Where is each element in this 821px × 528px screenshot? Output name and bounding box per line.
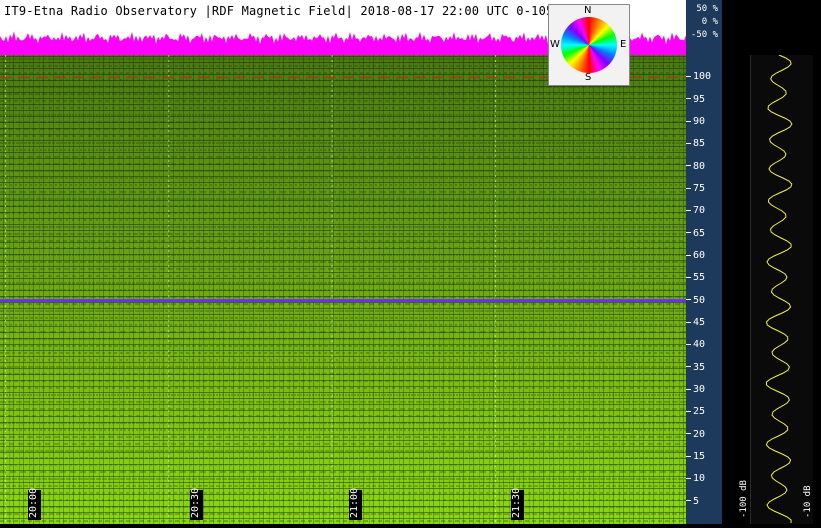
time-tick-2130: 21:30 — [511, 487, 524, 520]
db-label-max: -10 dB — [803, 485, 813, 518]
time-tick-2000: 20:00 — [28, 487, 41, 520]
compass-north: N — [584, 5, 592, 16]
tick-text: 85 — [693, 138, 706, 150]
tick-mark — [686, 75, 691, 77]
freq-tick-label: 50 — [686, 295, 705, 306]
freq-tick-label: 60 — [686, 250, 705, 261]
tick-mark — [686, 254, 691, 256]
tick-text: 55 — [693, 272, 706, 284]
freq-tick-label: 40 — [686, 339, 705, 350]
time-label: 21:30 — [511, 487, 522, 518]
tick-mark — [686, 299, 691, 301]
freq-tick-label: 75 — [686, 183, 705, 194]
scope-label-0: 0 % — [701, 17, 718, 27]
compass-west: W — [550, 39, 560, 50]
freq-tick-label: 90 — [686, 116, 705, 127]
spectrum-profile — [750, 54, 813, 524]
frequency-axis: 5 10 15 20 25 30 35 40 45 50 55 60 65 70 75 80 85 90 95 100 — [686, 55, 722, 524]
freq-tick-label: 65 — [686, 228, 705, 239]
profile-trace — [765, 54, 793, 524]
time-label: 20:30 — [190, 487, 201, 518]
freq-tick-label: 15 — [686, 451, 705, 462]
tick-mark — [686, 209, 691, 211]
tick-text: 10 — [693, 473, 706, 485]
freq-tick-label: 35 — [686, 362, 705, 373]
tick-text: 75 — [693, 183, 706, 194]
compass-south: S — [585, 72, 592, 83]
tick-text: 15 — [693, 451, 706, 462]
tick-mark — [686, 343, 691, 345]
freq-tick-label: 5 — [686, 496, 699, 507]
freq-tick-label: 85 — [686, 138, 705, 149]
scope-label-minus50: -50 % — [690, 30, 718, 40]
direction-compass: N E S W — [548, 4, 630, 86]
compass-east: E — [620, 39, 627, 50]
tick-text: 65 — [693, 227, 706, 239]
freq-tick-label: 55 — [686, 272, 705, 283]
tick-mark — [686, 410, 691, 412]
tick-text: 35 — [693, 361, 706, 373]
freq-tick-label: 80 — [686, 161, 705, 172]
tick-text: 80 — [693, 160, 706, 172]
time-tick-2030: 20:30 — [190, 487, 203, 520]
direction-color-wheel — [561, 17, 617, 73]
tick-mark — [686, 500, 691, 502]
tick-mark — [686, 477, 691, 479]
freq-tick-label: 95 — [686, 94, 705, 105]
time-label: 21:00 — [349, 487, 360, 518]
spectrogram-overlay — [0, 55, 686, 524]
tick-mark — [686, 455, 691, 457]
tick-text: 50 — [693, 294, 706, 306]
spectrum-profile-panel: -100 dB -10 dB — [722, 0, 821, 524]
freq-tick-label: 30 — [686, 384, 705, 395]
tick-text: 100 — [693, 71, 712, 83]
tick-text: 20 — [693, 428, 706, 440]
tick-mark — [686, 142, 691, 144]
tick-mark — [686, 98, 691, 100]
tick-mark — [686, 388, 691, 390]
freq-tick-label: 45 — [686, 317, 705, 328]
profile-line — [765, 54, 793, 524]
chart-title: IT9-Etna Radio Observatory |RDF Magnetic… — [4, 4, 576, 18]
db-label-min: -100 dB — [739, 480, 749, 518]
freq-tick-label: 25 — [686, 406, 705, 417]
time-tick-2100: 21:00 — [349, 487, 362, 520]
tick-text: 5 — [693, 495, 700, 507]
tick-text: 60 — [693, 250, 706, 261]
tick-text: 70 — [693, 205, 706, 217]
time-label: 20:00 — [28, 487, 39, 518]
freq-tick-label: 20 — [686, 429, 705, 440]
tick-mark — [686, 165, 691, 167]
tick-mark — [686, 321, 691, 323]
tick-mark — [686, 120, 691, 122]
scope-label-50: 50 % — [696, 4, 718, 14]
tick-mark — [686, 187, 691, 189]
freq-tick-label: 10 — [686, 473, 705, 484]
spectrogram: 20:00 20:30 21:00 21:30 — [0, 55, 686, 524]
tick-text: 30 — [693, 384, 706, 395]
tick-mark — [686, 433, 691, 435]
tick-text: 90 — [693, 116, 706, 127]
tick-text: 45 — [693, 317, 706, 328]
tick-mark — [686, 232, 691, 234]
tick-mark — [686, 366, 691, 368]
tick-text: 40 — [693, 339, 706, 351]
tick-text: 95 — [693, 93, 706, 105]
tick-text: 25 — [693, 406, 706, 418]
freq-tick-label: 100 — [686, 71, 711, 82]
scope-scale: 50 % 0 % -50 % — [686, 0, 722, 55]
tick-mark — [686, 276, 691, 278]
freq-tick-label: 70 — [686, 205, 705, 216]
